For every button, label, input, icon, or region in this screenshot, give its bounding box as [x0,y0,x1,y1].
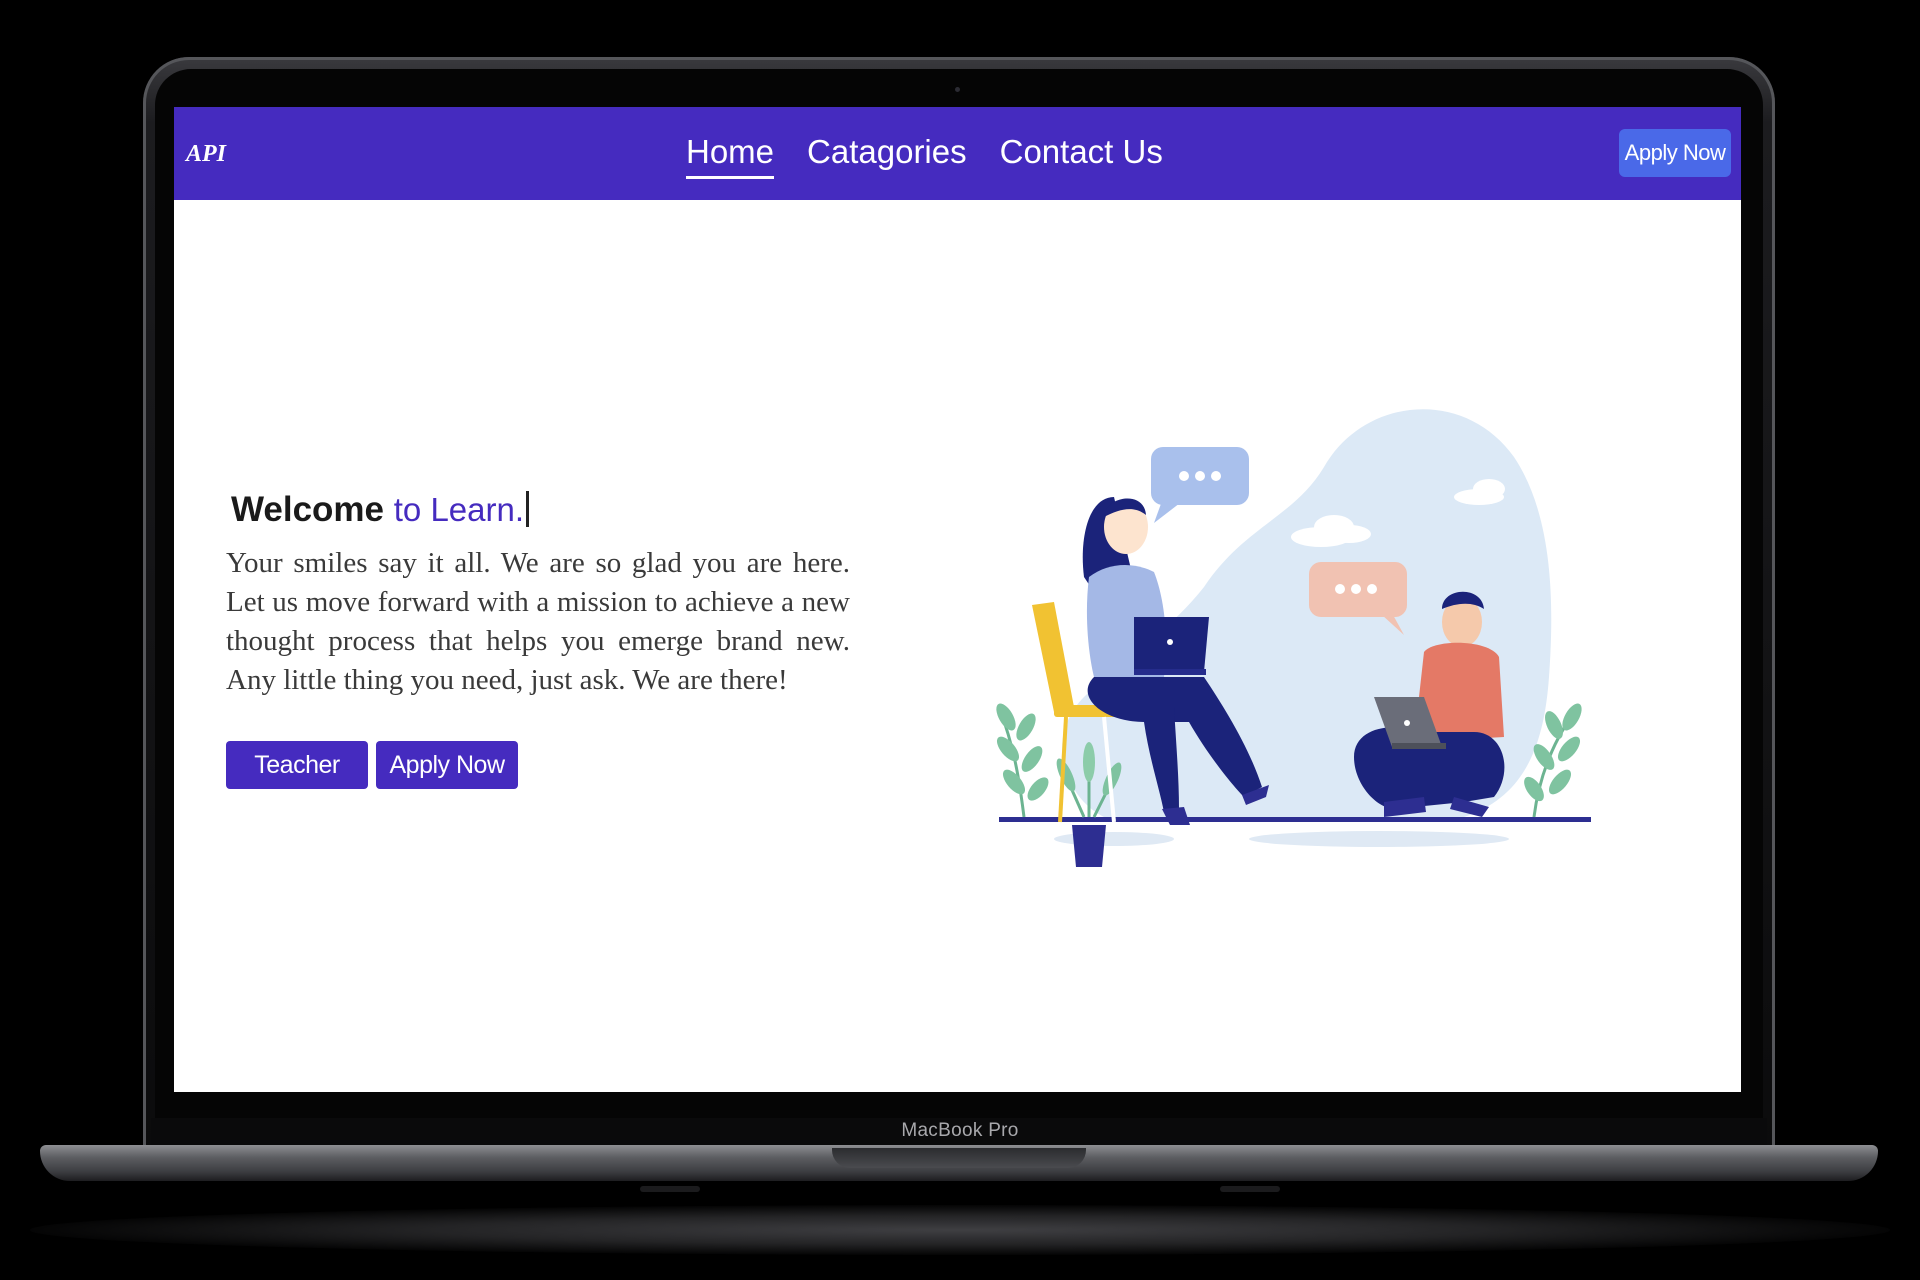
laptop-lip [832,1148,1086,1168]
nav-link-home[interactable]: Home [686,129,775,179]
nav-link-contact-us[interactable]: Contact Us [1000,129,1163,179]
navbar: API Home Catagories Contact Us Apply Now [174,107,1741,200]
device-label: MacBook Pro [901,1120,1019,1141]
hero-apply-now-button[interactable]: Apply Now [376,741,518,789]
hero-title-accent: to Learn. [393,491,525,528]
hero-illustration [996,409,1591,867]
teacher-button[interactable]: Teacher [226,741,368,789]
macbook-mockup: API Home Catagories Contact Us Apply Now… [0,0,1920,1280]
floor-shadow [1054,832,1174,846]
speech-bubble-icon [1151,447,1249,523]
brand-logo[interactable]: API [186,141,226,168]
nav-links: Home Catagories Contact Us [686,129,1163,179]
nav-link-catagories[interactable]: Catagories [807,129,967,179]
nav-apply-now-button[interactable]: Apply Now [1619,129,1731,177]
floor-line [999,817,1591,822]
hero-title: Welcome to Learn. [231,490,530,530]
hero-buttons: Teacher Apply Now [226,741,518,789]
laptop-foot [1220,1186,1280,1192]
typing-caret [526,491,530,527]
hero-title-welcome: Welcome [231,490,385,529]
camera-icon [955,87,960,92]
browser-screen: API Home Catagories Contact Us Apply Now… [174,107,1741,1092]
hero-description: Your smiles say it all. We are so glad y… [226,547,850,696]
plant-icon [996,703,1049,818]
laptop-shadow [30,1205,1890,1255]
laptop-foot [640,1186,700,1192]
floor-shadow [1249,831,1509,847]
